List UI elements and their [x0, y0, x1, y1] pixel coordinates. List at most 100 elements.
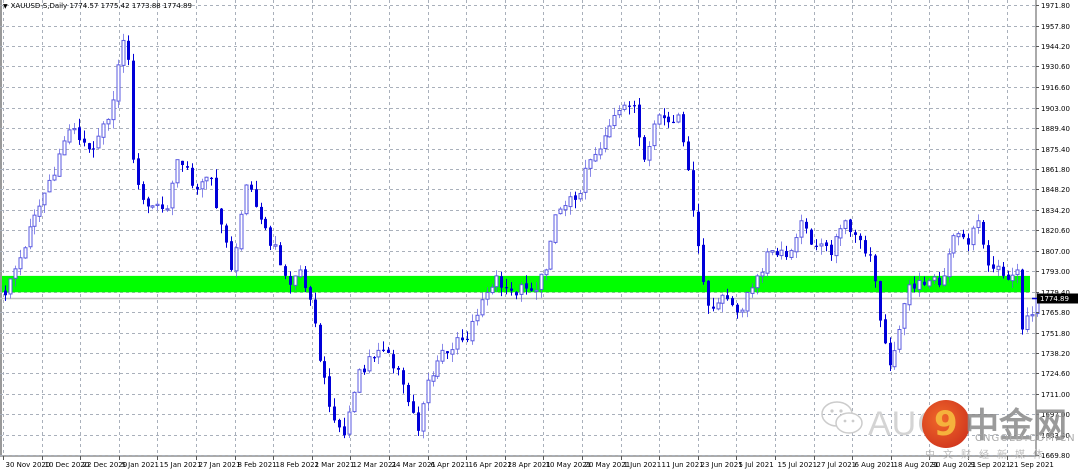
candle	[687, 136, 690, 171]
candle-body-bull	[435, 360, 440, 377]
candle	[951, 233, 956, 258]
y-tick-label: 1944.20	[1041, 43, 1070, 51]
candle	[37, 199, 42, 223]
candle-body-bull	[819, 243, 824, 247]
x-tick-label: 11 Jun 2021	[662, 461, 704, 469]
candle	[32, 209, 37, 235]
price-chart[interactable]: 1971.80 1957.80 1944.20 1930.60 1916.60 1903.…	[0, 0, 1080, 473]
candle	[663, 108, 666, 126]
candle-body-bear	[505, 287, 508, 289]
candle	[643, 135, 646, 163]
ohlc-open: 1774.57	[69, 2, 99, 10]
x-tick-label: 28 Apr 2021	[508, 461, 551, 469]
candle-body-bull	[470, 320, 475, 342]
candle-body-bear	[923, 281, 926, 285]
candle	[417, 406, 420, 436]
candle	[412, 394, 415, 414]
candle	[652, 120, 657, 150]
candle	[825, 239, 828, 252]
candle	[805, 218, 808, 234]
candle-body-bull	[578, 192, 583, 200]
candle-body-bear	[333, 406, 336, 421]
candle	[617, 105, 622, 119]
candle-body-bull	[652, 123, 657, 147]
candle-body-bull	[1025, 315, 1030, 331]
candle-body-bear	[849, 219, 852, 233]
y-tick-label: 1930.60	[1041, 63, 1070, 71]
candle	[879, 280, 882, 328]
candle	[539, 273, 544, 298]
y-tick-label: 1793.00	[1041, 268, 1070, 276]
candle-body-bull	[750, 287, 755, 294]
candle	[987, 240, 990, 272]
candle	[250, 181, 253, 193]
candle-body-bull	[426, 379, 431, 404]
candle-body-bear	[88, 143, 91, 150]
candle	[583, 159, 588, 200]
candle-body-bull	[947, 253, 952, 278]
candle	[971, 225, 976, 251]
candle	[298, 265, 303, 279]
candle	[191, 163, 194, 189]
candle	[628, 101, 631, 115]
candle	[328, 368, 331, 413]
candle-body-bull	[273, 244, 278, 247]
x-tick-label: 22 Dec 2020	[83, 461, 128, 469]
candle	[622, 101, 627, 112]
candle	[740, 307, 745, 318]
chart-grid	[0, 0, 1037, 457]
candle-body-bull	[907, 284, 912, 306]
candle	[799, 214, 804, 245]
candle	[770, 250, 775, 256]
candle	[815, 239, 818, 251]
y-tick-label: 1834.20	[1041, 207, 1070, 215]
x-tick-label: 27 Jan 2021	[199, 461, 241, 469]
x-tick-label: 2 Mar 2021	[315, 461, 355, 469]
candle	[712, 297, 715, 312]
candle-body-bull	[1030, 314, 1035, 317]
y-tick-label: 1807.00	[1041, 248, 1070, 256]
candle	[996, 259, 1001, 277]
candle-body-bull	[96, 135, 101, 149]
candle-body-bull	[927, 280, 932, 287]
candle-body-bear	[304, 269, 307, 289]
x-tick-label: 6 Apr 2021	[431, 461, 470, 469]
candle	[426, 373, 431, 411]
candle	[864, 235, 867, 257]
candle-body-bear	[373, 357, 376, 359]
candle	[175, 159, 180, 188]
candle-body-bull	[676, 114, 681, 123]
dropdown-triangle-icon[interactable]: ▼	[3, 3, 8, 10]
candle-body-bull	[490, 286, 495, 294]
candle	[269, 225, 272, 251]
x-tick-label: 21 Sep 2021	[1010, 461, 1054, 469]
candle	[697, 203, 700, 254]
candle-body-bear	[461, 337, 464, 341]
candle	[834, 233, 839, 264]
candle-body-bear	[869, 254, 872, 256]
candle-body-bear	[78, 127, 81, 140]
candle	[731, 296, 734, 307]
candle-body-bear	[643, 137, 646, 160]
candle	[450, 342, 455, 363]
candle-body-bear	[712, 306, 715, 309]
candle	[23, 246, 28, 259]
time-axis[interactable]: 30 Nov 202010 Dec 202022 Dec 20205 Jan 2…	[3, 456, 1054, 469]
candle-body-bull	[917, 280, 922, 290]
candle	[373, 356, 376, 363]
candle-body-bull	[755, 275, 760, 289]
candle	[745, 291, 750, 318]
candle-body-bull	[996, 265, 1001, 271]
candle-body-bull	[583, 167, 588, 193]
candle	[186, 161, 189, 170]
candle-body-bear	[284, 266, 287, 276]
candle	[210, 177, 213, 186]
candle-body-bull	[942, 275, 947, 286]
candle-body-bear	[510, 288, 513, 291]
candle-body-bull	[121, 39, 126, 66]
candle-body-bull	[843, 220, 848, 229]
candle-body-bull	[716, 302, 721, 310]
x-tick-label: 24 Mar 2021	[392, 461, 436, 469]
candle	[603, 127, 608, 153]
price-axis[interactable]: 1971.80 1957.80 1944.20 1930.60 1916.60 1903.…	[1036, 2, 1070, 460]
